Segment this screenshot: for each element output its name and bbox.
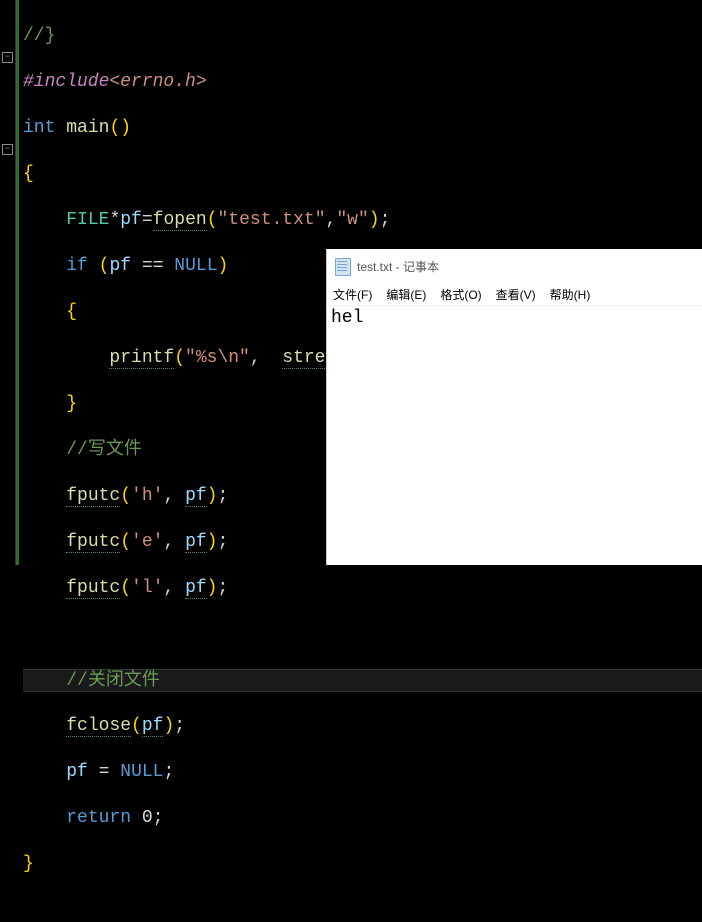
menu-view[interactable]: 查看(V)	[496, 286, 536, 303]
preprocessor: #include	[23, 72, 109, 92]
notepad-menubar: 文件(F) 编辑(E) 格式(O) 查看(V) 帮助(H)	[327, 283, 702, 306]
notepad-window: test.txt - 记事本 文件(F) 编辑(E) 格式(O) 查看(V) 帮…	[326, 249, 702, 565]
fold-toggle[interactable]: −	[2, 144, 13, 155]
function-call: fputc	[66, 486, 120, 507]
function-call: fputc	[66, 532, 120, 553]
header-name: <errno.h>	[109, 72, 206, 92]
function-call: printf	[109, 348, 174, 369]
brace: {	[23, 164, 34, 184]
keyword: int	[23, 118, 55, 138]
comment: //}	[23, 26, 55, 46]
function-call: fopen	[153, 210, 207, 231]
cursor-line: //关闭文件	[23, 669, 702, 692]
fold-toggle[interactable]: −	[2, 52, 13, 63]
fold-gutter: − −	[0, 0, 16, 565]
menu-help[interactable]: 帮助(H)	[550, 286, 591, 303]
notepad-titlebar[interactable]: test.txt - 记事本	[327, 249, 702, 283]
notepad-title: test.txt - 记事本	[357, 258, 439, 275]
function-call: fclose	[66, 716, 131, 737]
keyword: if	[66, 256, 88, 276]
notepad-icon	[335, 258, 351, 274]
type: FILE	[66, 210, 109, 230]
comment: //关闭文件	[66, 671, 160, 691]
function-name: main	[66, 118, 109, 138]
menu-file[interactable]: 文件(F)	[333, 286, 372, 303]
comment: //写文件	[66, 440, 142, 460]
keyword: return	[66, 808, 131, 828]
notepad-content[interactable]: hel	[327, 306, 702, 330]
menu-edit[interactable]: 编辑(E)	[386, 286, 426, 303]
menu-format[interactable]: 格式(O)	[440, 286, 481, 303]
function-call: fputc	[66, 578, 120, 599]
